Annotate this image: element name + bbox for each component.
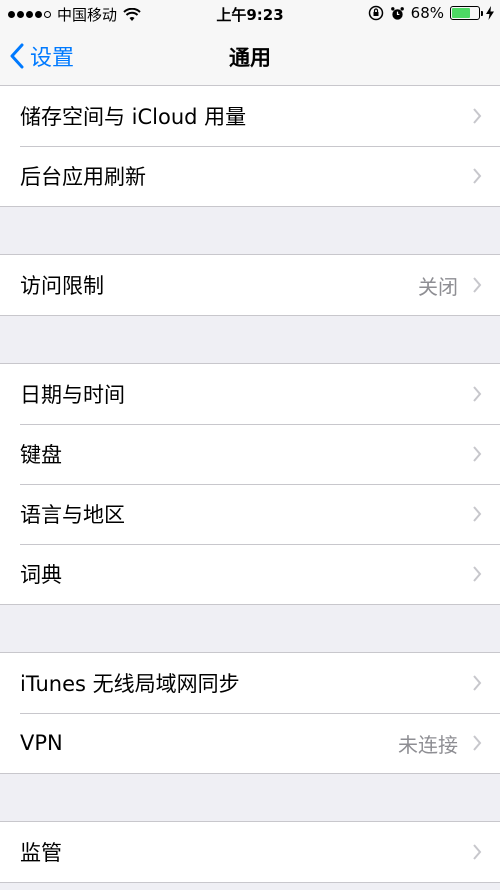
group-restrictions: 访问限制 关闭 xyxy=(0,254,500,316)
group-storage: 储存空间与 iCloud 用量 后台应用刷新 xyxy=(0,86,500,207)
chevron-right-icon xyxy=(473,168,482,184)
row-label: 语言与地区 xyxy=(20,503,125,527)
row-label: 键盘 xyxy=(20,443,62,467)
battery-icon xyxy=(450,6,483,20)
row-label: iTunes 无线局域网同步 xyxy=(20,672,240,696)
settings-list: 储存空间与 iCloud 用量 后台应用刷新 访问限制 关闭 日期与时间 键盘 … xyxy=(0,86,500,883)
navigation-bar: 设置 通用 xyxy=(0,28,500,86)
chevron-right-icon xyxy=(473,277,482,293)
group-locale: 日期与时间 键盘 语言与地区 词典 xyxy=(0,363,500,605)
chevron-right-icon xyxy=(473,566,482,582)
row-supervision[interactable]: 监管 xyxy=(0,822,500,882)
chevron-right-icon xyxy=(473,735,482,751)
chevron-right-icon xyxy=(473,386,482,402)
row-restrictions[interactable]: 访问限制 关闭 xyxy=(0,255,500,315)
alarm-icon xyxy=(390,6,404,20)
row-date-time[interactable]: 日期与时间 xyxy=(0,364,500,424)
row-value: 未连接 xyxy=(398,732,458,757)
row-label: 词典 xyxy=(20,563,62,587)
status-right: 68% xyxy=(368,4,494,22)
group-supervision: 监管 xyxy=(0,821,500,883)
row-label: 访问限制 xyxy=(20,274,104,298)
row-label: 后台应用刷新 xyxy=(20,165,146,189)
group-sync-vpn: iTunes 无线局域网同步 VPN 未连接 xyxy=(0,652,500,774)
row-value: 关闭 xyxy=(418,274,458,299)
battery-percent: 68% xyxy=(410,4,444,22)
battery-level xyxy=(452,8,470,18)
row-vpn[interactable]: VPN 未连接 xyxy=(0,713,500,773)
row-language-region[interactable]: 语言与地区 xyxy=(0,484,500,544)
row-background-refresh[interactable]: 后台应用刷新 xyxy=(0,146,500,206)
chevron-right-icon xyxy=(473,675,482,691)
status-bar: 中国移动 上午9:23 68% xyxy=(0,0,500,28)
row-dictionary[interactable]: 词典 xyxy=(0,544,500,604)
row-itunes-wifi-sync[interactable]: iTunes 无线局域网同步 xyxy=(0,653,500,713)
row-label: 监管 xyxy=(20,841,62,865)
charging-bolt-icon xyxy=(486,6,494,20)
chevron-right-icon xyxy=(473,506,482,522)
row-label: 日期与时间 xyxy=(20,383,125,407)
chevron-right-icon xyxy=(473,446,482,462)
page-title: 通用 xyxy=(229,46,271,70)
rotation-lock-icon xyxy=(368,5,383,21)
chevron-right-icon xyxy=(473,108,482,124)
row-label: 储存空间与 iCloud 用量 xyxy=(20,105,247,129)
row-label: VPN xyxy=(20,731,63,755)
chevron-right-icon xyxy=(473,844,482,860)
row-keyboard[interactable]: 键盘 xyxy=(0,424,500,484)
row-storage-icloud[interactable]: 储存空间与 iCloud 用量 xyxy=(0,86,500,146)
